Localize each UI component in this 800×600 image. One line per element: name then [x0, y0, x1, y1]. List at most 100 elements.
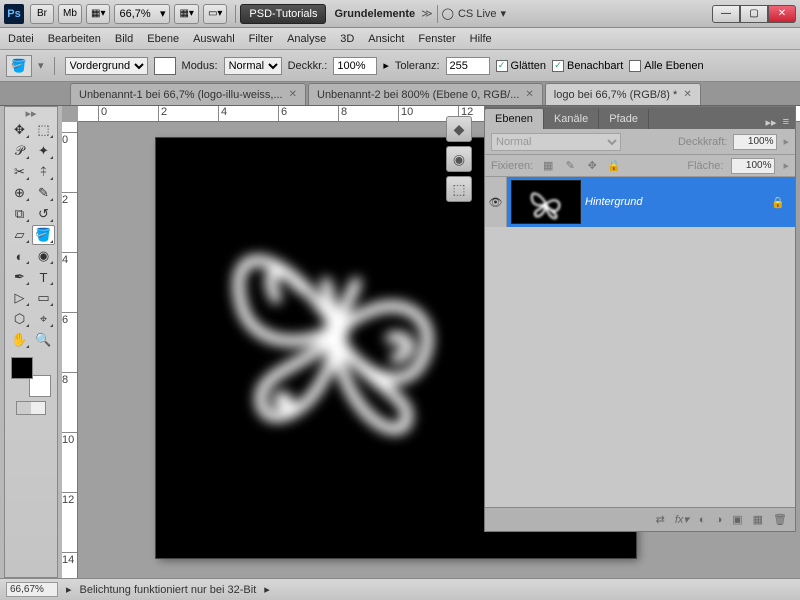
fill-label: Fläche: [687, 160, 723, 172]
tab-kanale[interactable]: Kanäle [544, 109, 599, 129]
lock-trans-icon[interactable]: ▦ [541, 159, 555, 172]
move-tool[interactable]: ✥ [8, 120, 31, 140]
fill-value[interactable]: 100% [731, 158, 775, 174]
layer-row[interactable]: 👁 Hintergrund 🔒 [485, 177, 795, 227]
tolerance-input[interactable] [446, 57, 490, 75]
layers-panel: Ebenen Kanäle Pfade ▸▸≡ Normal Deckkraft… [484, 106, 796, 532]
eraser-tool[interactable]: ▱ [8, 225, 31, 245]
menu-fenster[interactable]: Fenster [418, 33, 455, 45]
3dcam-tool[interactable]: ⌖ [32, 309, 55, 329]
lasso-tool[interactable]: 𝒫 [8, 141, 31, 161]
eyedropper-tool[interactable]: ⤉ [32, 162, 55, 182]
menu-ansicht[interactable]: Ansicht [368, 33, 404, 45]
screenmode-button[interactable]: ▭▾ [203, 4, 227, 24]
maximize-button[interactable]: ▢ [740, 5, 768, 23]
minimize-button[interactable]: — [712, 5, 740, 23]
minibridge-button[interactable]: Mb [58, 4, 82, 24]
doc-tab-3[interactable]: logo bei 66,7% (RGB/8) *✕ [545, 83, 701, 105]
cslive-button[interactable]: ◯ CS Live▾ [442, 7, 506, 20]
group-icon[interactable]: ▣ [732, 513, 742, 526]
arrange-button[interactable]: ▦▾ [174, 4, 198, 24]
dock-swatches-icon[interactable]: ◉ [446, 146, 472, 172]
close-icon[interactable]: ✕ [683, 89, 691, 100]
dodge-tool[interactable]: ◉ [32, 246, 55, 266]
bucket-tool-icon[interactable]: 🪣 [6, 55, 32, 77]
pen-tool[interactable]: ✒ [8, 267, 31, 287]
marquee-tool[interactable]: ⬚ [32, 120, 55, 140]
panel-menu-icon[interactable]: ≡ [783, 116, 789, 129]
adjustment-icon[interactable]: ◑ [716, 514, 723, 526]
menu-datei[interactable]: Datei [8, 33, 34, 45]
doc-tab-1[interactable]: Unbenannt-1 bei 66,7% (logo-illu-weiss,.… [70, 83, 306, 105]
lock-label: Fixieren: [491, 160, 533, 172]
menu-analyse[interactable]: Analyse [287, 33, 326, 45]
color-swatches[interactable] [11, 357, 51, 397]
layer-list: 👁 Hintergrund 🔒 [485, 177, 795, 507]
collapse-icon[interactable]: ▸▸ [766, 116, 777, 129]
doc-tab-2[interactable]: Unbenannt-2 bei 800% (Ebene 0, RGB/...✕ [308, 83, 543, 105]
fill-source-select[interactable]: Vordergrund [65, 57, 148, 75]
brush-tool[interactable]: ✎ [32, 183, 55, 203]
hand-tool[interactable]: ✋ [8, 330, 31, 350]
new-layer-icon[interactable]: ▦ [753, 513, 763, 526]
close-icon[interactable]: ✕ [289, 89, 297, 100]
history-brush-tool[interactable]: ↺ [32, 204, 55, 224]
menu-filter[interactable]: Filter [249, 33, 273, 45]
quickmask-toggle[interactable] [16, 401, 46, 415]
link-layers-icon[interactable]: ⇄ [656, 513, 665, 526]
ruler-vertical[interactable]: 02468101214 [62, 122, 78, 578]
psd-tutorials-button[interactable]: PSD-Tutorials [240, 4, 326, 24]
type-tool[interactable]: T [32, 267, 55, 287]
antialias-checkbox[interactable]: ✓Glätten [496, 60, 546, 72]
contiguous-checkbox[interactable]: ✓Benachbart [552, 60, 623, 72]
menu-hilfe[interactable]: Hilfe [470, 33, 492, 45]
opacity-flyout-icon[interactable]: ▸ [383, 59, 389, 72]
menu-bild[interactable]: Bild [115, 33, 133, 45]
pattern-swatch[interactable] [154, 57, 176, 75]
menu-auswahl[interactable]: Auswahl [193, 33, 235, 45]
photoshop-icon: Ps [4, 4, 24, 24]
menu-ebene[interactable]: Ebene [147, 33, 179, 45]
alllayers-checkbox[interactable]: Alle Ebenen [629, 60, 703, 72]
path-tool[interactable]: ▷ [8, 288, 31, 308]
zoom-dropdown[interactable]: 66,7%▾ [114, 4, 170, 24]
status-more-icon[interactable]: ▸ [264, 583, 270, 596]
fg-color[interactable] [11, 357, 33, 379]
mode-select[interactable]: Normal [224, 57, 282, 75]
menu-3d[interactable]: 3D [340, 33, 354, 45]
wand-tool[interactable]: ✦ [32, 141, 55, 161]
blur-tool[interactable]: ◐ [8, 246, 31, 266]
trash-icon[interactable]: 🗑 [773, 513, 787, 526]
bridge-button[interactable]: Br [30, 4, 54, 24]
fx-icon[interactable]: fx▾ [675, 513, 689, 526]
status-flyout-icon[interactable]: ▸ [66, 583, 72, 596]
zoom-tool[interactable]: 🔍 [32, 330, 55, 350]
tab-pfade[interactable]: Pfade [599, 109, 649, 129]
dock-styles-icon[interactable]: ⬚ [446, 176, 472, 202]
lock-paint-icon[interactable]: ✎ [563, 159, 577, 172]
opacity-input[interactable] [333, 57, 377, 75]
menu-bearbeiten[interactable]: Bearbeiten [48, 33, 101, 45]
layer-name[interactable]: Hintergrund [585, 196, 761, 208]
blend-mode-select[interactable]: Normal [491, 133, 621, 151]
3d-tool[interactable]: ⬡ [8, 309, 31, 329]
mask-icon[interactable]: ◐ [699, 514, 706, 526]
bucket-tool[interactable]: 🪣 [32, 225, 55, 245]
tab-ebenen[interactable]: Ebenen [485, 109, 544, 129]
view-extras-button[interactable]: ▦▾ [86, 4, 110, 24]
layer-thumbnail[interactable] [511, 180, 581, 224]
lock-move-icon[interactable]: ✥ [585, 159, 599, 172]
stamp-tool[interactable]: ⧉ [8, 204, 31, 224]
close-button[interactable]: ✕ [768, 5, 796, 23]
crop-tool[interactable]: ✂ [8, 162, 31, 182]
zoom-status[interactable]: 66,67% [6, 582, 58, 597]
shape-tool[interactable]: ▭ [32, 288, 55, 308]
heal-tool[interactable]: ⊕ [8, 183, 31, 203]
opacity-panel-value[interactable]: 100% [733, 134, 777, 150]
visibility-toggle[interactable]: 👁 [485, 177, 507, 227]
dock-color-icon[interactable]: ◆ [446, 116, 472, 142]
workspace-label[interactable]: Grundelemente [334, 8, 415, 20]
close-icon[interactable]: ✕ [525, 89, 533, 100]
workspace-more-icon[interactable]: ≫ [421, 7, 433, 20]
lock-all-icon[interactable]: 🔒 [607, 159, 621, 172]
